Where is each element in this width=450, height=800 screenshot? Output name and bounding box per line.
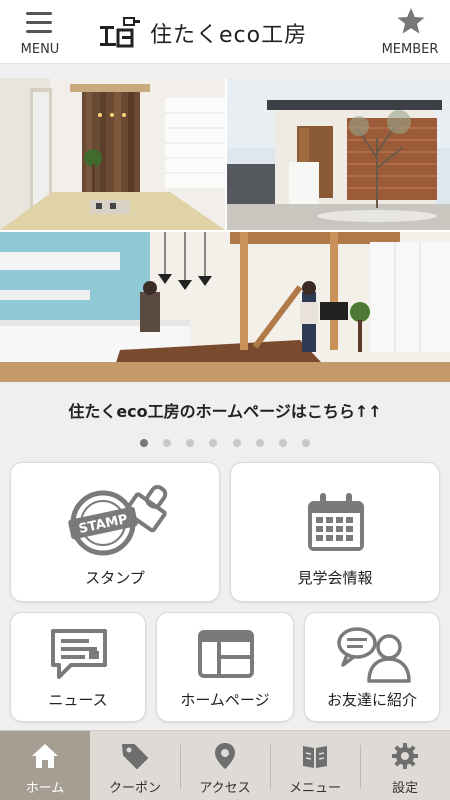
member-button[interactable]: MEMBER bbox=[370, 6, 450, 60]
tab-settings[interactable]: 設定 bbox=[360, 731, 450, 800]
gear-icon bbox=[392, 743, 418, 769]
star-icon bbox=[397, 8, 425, 34]
house-exterior-photo bbox=[227, 78, 450, 230]
stamp-tile[interactable]: STAMP スタンプ bbox=[10, 462, 220, 602]
logo-text: 住たくeco工房 bbox=[150, 23, 308, 48]
carousel-dot[interactable] bbox=[163, 439, 172, 447]
tag-icon bbox=[122, 744, 148, 769]
carousel-dot[interactable] bbox=[232, 439, 241, 447]
tab-menu[interactable]: メニュー bbox=[270, 731, 360, 800]
news-tile[interactable]: ニュース bbox=[10, 612, 146, 722]
tab-coupon-label: クーポン bbox=[108, 781, 161, 796]
calendar-icon bbox=[308, 493, 364, 551]
book-icon bbox=[303, 746, 327, 768]
app-header: MENU 住たくeco工房 MEMBER bbox=[0, 0, 450, 64]
photo-banner[interactable] bbox=[0, 78, 450, 382]
refer-friend-label: お友達に紹介 bbox=[326, 691, 417, 709]
open-house-label: 見学会情報 bbox=[297, 569, 373, 587]
tab-settings-label: 設定 bbox=[391, 781, 418, 796]
open-house-tile[interactable]: 見学会情報 bbox=[230, 462, 440, 602]
carousel-dot[interactable] bbox=[278, 439, 287, 447]
member-label: MEMBER bbox=[381, 42, 439, 57]
tab-home-label: ホーム bbox=[25, 781, 65, 796]
home-icon bbox=[32, 744, 58, 768]
stamp-icon: STAMP bbox=[68, 484, 168, 556]
homepage-label: ホームページ bbox=[180, 691, 270, 709]
map-pin-icon bbox=[215, 743, 235, 769]
news-label: ニュース bbox=[48, 691, 108, 709]
stamp-label: スタンプ bbox=[85, 569, 145, 587]
friend-chat-icon bbox=[337, 627, 411, 683]
carousel-dot[interactable] bbox=[255, 439, 264, 447]
menu-button[interactable]: MENU bbox=[0, 6, 80, 60]
news-chat-icon bbox=[51, 629, 107, 679]
tab-coupon[interactable]: クーポン bbox=[90, 731, 180, 800]
bottom-tab-bar: ホーム クーポン アクセス メニュー 設定 bbox=[0, 730, 450, 800]
carousel-dots bbox=[0, 432, 450, 451]
tab-home[interactable]: ホーム bbox=[0, 731, 90, 800]
tab-access-label: アクセス bbox=[199, 781, 251, 796]
carousel-dot[interactable] bbox=[209, 439, 218, 447]
logo-mark-icon bbox=[100, 17, 140, 48]
browser-window-icon bbox=[198, 630, 254, 678]
hamburger-icon bbox=[26, 12, 52, 34]
living-room-photo bbox=[0, 232, 450, 382]
tab-menu-label: メニュー bbox=[288, 781, 341, 796]
tab-access[interactable]: アクセス bbox=[180, 731, 270, 800]
homepage-tile[interactable]: ホームページ bbox=[156, 612, 294, 722]
carousel-dot[interactable] bbox=[301, 439, 310, 447]
interior-hallway-photo bbox=[0, 78, 225, 230]
carousel-dot[interactable] bbox=[140, 439, 149, 447]
banner-caption[interactable]: 住たくeco工房のホームページはこちら↑↑ bbox=[0, 398, 450, 422]
app-logo: 住たくeco工房 bbox=[98, 14, 358, 52]
carousel-dot[interactable] bbox=[186, 439, 195, 447]
menu-label: MENU bbox=[20, 42, 60, 57]
refer-friend-tile[interactable]: お友達に紹介 bbox=[304, 612, 440, 722]
